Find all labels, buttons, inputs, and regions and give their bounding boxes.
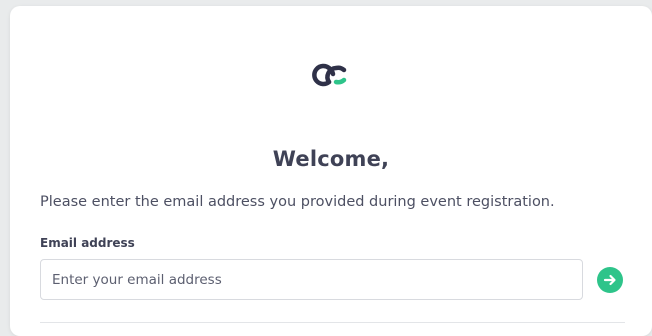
email-label: Email address xyxy=(40,236,135,250)
brand-logo-icon xyxy=(312,63,347,87)
email-input[interactable] xyxy=(40,259,583,300)
login-card: Welcome, Please enter the email address … xyxy=(10,6,652,336)
page-title: Welcome, xyxy=(272,147,390,171)
submit-button[interactable] xyxy=(597,267,623,293)
arrow-right-icon xyxy=(603,274,616,286)
instruction-text: Please enter the email address you provi… xyxy=(40,194,555,210)
divider xyxy=(40,322,625,323)
